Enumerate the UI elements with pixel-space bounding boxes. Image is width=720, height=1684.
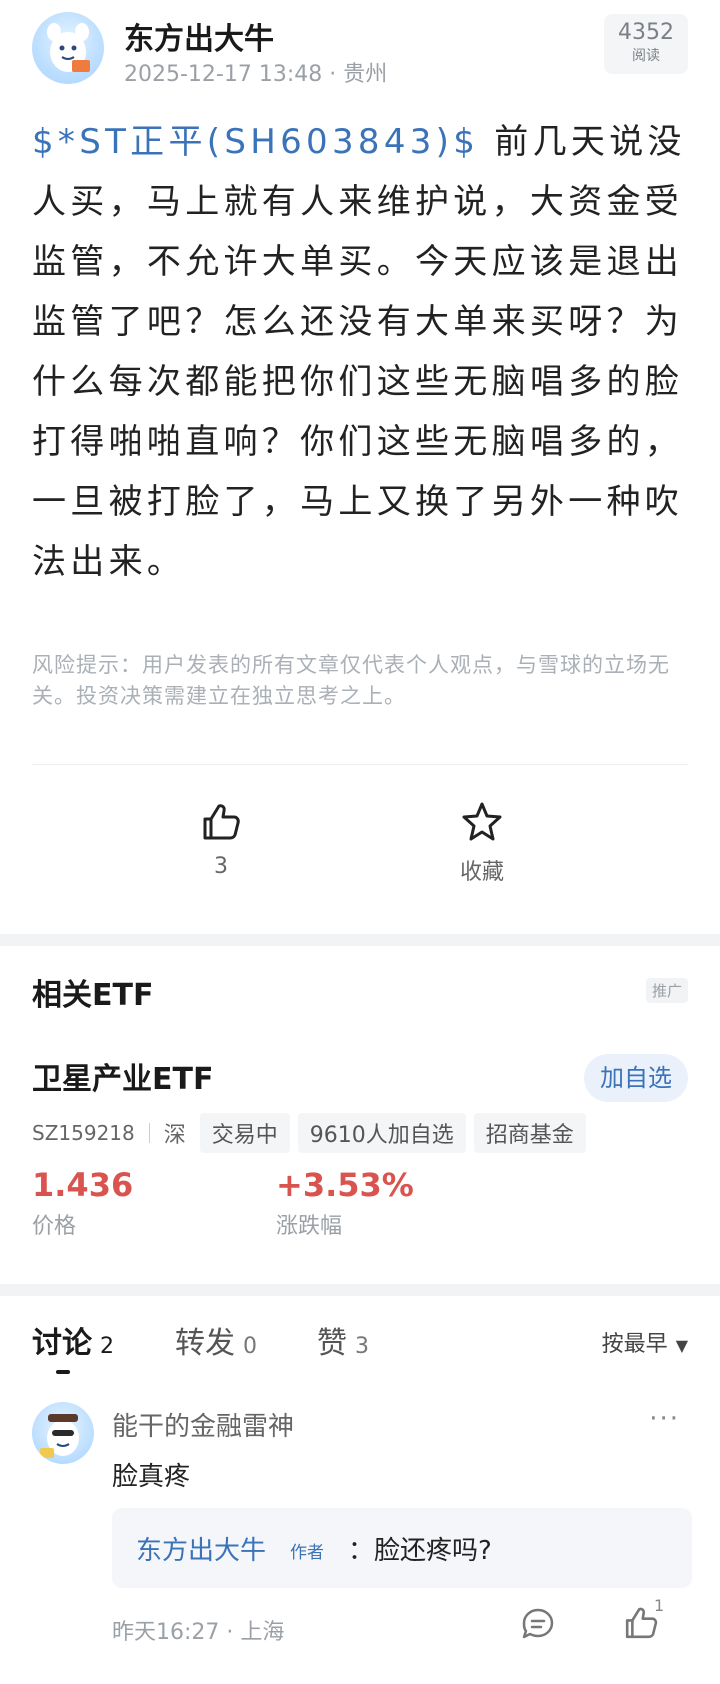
star-icon — [462, 802, 502, 841]
comment-like-count: 1 — [654, 1596, 665, 1615]
more-options-icon[interactable]: ··· — [649, 1404, 680, 1434]
reply-text: ：脸还疼吗? — [348, 1536, 492, 1566]
author-avatar[interactable] — [32, 12, 104, 84]
section-gap — [0, 1284, 720, 1296]
manager-chip: 招商基金 — [473, 1113, 586, 1153]
fund-price: 1.436 — [32, 1166, 134, 1204]
thumbs-up-icon — [203, 804, 240, 840]
fund-code: SZ159218 — [32, 1121, 135, 1145]
nested-reply[interactable]: 东方出大牛 作者 ：脸还疼吗? — [112, 1508, 692, 1588]
commenter-avatar[interactable] — [32, 1402, 94, 1464]
comment-time: 昨天16:27 · 上海 — [112, 1620, 285, 1645]
change-label: 涨跌幅 — [276, 1214, 343, 1239]
like-count: 3 — [214, 854, 228, 879]
add-watchlist-button[interactable]: 加自选 — [584, 1054, 688, 1102]
status-chip: 交易中 — [199, 1113, 290, 1153]
like-button[interactable]: 3 — [161, 800, 281, 879]
sort-label: 按最早 — [601, 1332, 668, 1357]
tab-discussion[interactable]: 讨论 2 — [32, 1318, 114, 1362]
tab-label: 讨论 — [32, 1326, 92, 1361]
comment-bubble-icon — [522, 1608, 554, 1639]
tab-likes[interactable]: 赞3 — [317, 1318, 369, 1362]
post-header: 东方出大牛 2025-12-17 13:48 · 贵州 4352 阅读 — [32, 12, 688, 87]
sort-dropdown[interactable]: 按最早 ▼ — [602, 1326, 688, 1358]
fund-meta: SZ159218 深 交易中 9610人加自选 招商基金 — [32, 1113, 594, 1153]
ad-badge: 推广 — [645, 978, 688, 1003]
favorite-label: 收藏 — [459, 860, 504, 885]
post-content: $*ST正平(SH603843)$ 前几天说没人买，马上就有人来维护说，大资金受… — [32, 112, 688, 592]
tab-repost[interactable]: 转发 0 — [175, 1318, 257, 1362]
read-count-box: 4352 阅读 — [604, 14, 688, 74]
reply-button[interactable] — [520, 1606, 556, 1646]
active-tab-indicator — [56, 1370, 70, 1374]
meta-separator — [148, 1123, 150, 1143]
author-badge: 作者 — [290, 1543, 324, 1563]
post-actions: 3 收藏 — [0, 800, 720, 900]
read-count: 4352 — [618, 20, 674, 45]
read-label: 阅读 — [632, 48, 660, 64]
price-label: 价格 — [32, 1214, 77, 1239]
post-text: 前几天说没人买，马上就有人来维护说，大资金受监管，不允许大单买。今天应该是退出监… — [32, 122, 686, 582]
etf-section-title: 相关ETF — [32, 978, 154, 1013]
caret-down-icon: ▼ — [675, 1336, 688, 1355]
comment-text: 脸真疼 — [112, 1462, 191, 1492]
post-meta: 2025-12-17 13:48 · 贵州 — [124, 62, 388, 87]
followers-chip: 9610人加自选 — [297, 1113, 466, 1153]
section-gap — [0, 934, 720, 946]
tab-label: 赞 — [317, 1326, 347, 1361]
fund-change: +3.53% — [276, 1166, 414, 1204]
stock-tag-link[interactable]: $*ST正平(SH603843)$ — [32, 122, 479, 162]
fund-name[interactable]: 卫星产业ETF — [32, 1054, 213, 1098]
risk-notice: 风险提示：用户发表的所有文章仅代表个人观点，与雪球的立场无关。投资决策需建立在独… — [32, 653, 670, 708]
tab-count: 0 — [243, 1334, 257, 1359]
favorite-button[interactable]: 收藏 — [422, 800, 542, 886]
mascot-icon — [47, 23, 90, 72]
commenter-name[interactable]: 能干的金融雷神 — [112, 1406, 294, 1443]
author-name[interactable]: 东方出大牛 — [124, 14, 274, 58]
divider — [32, 764, 688, 765]
reply-author[interactable]: 东方出大牛 — [136, 1530, 266, 1567]
fund-exchange: 深 — [163, 1123, 186, 1148]
mascot-icon — [40, 1414, 79, 1458]
tab-count: 3 — [355, 1334, 369, 1359]
tab-label: 转发 — [175, 1326, 235, 1361]
tab-count: 2 — [100, 1334, 114, 1359]
